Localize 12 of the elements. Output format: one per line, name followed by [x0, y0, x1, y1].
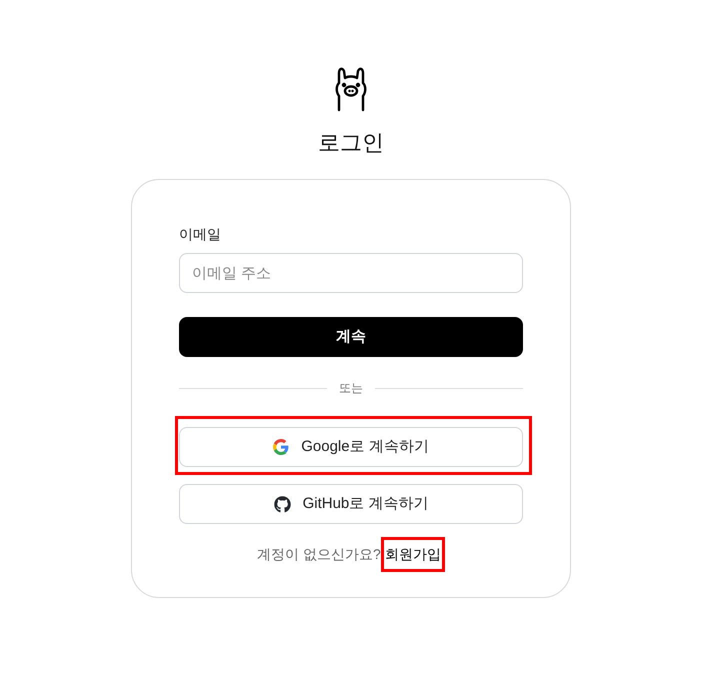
- signup-link[interactable]: 회원가입: [380, 537, 445, 572]
- llama-logo-icon: [333, 66, 369, 112]
- google-icon: [273, 439, 290, 455]
- divider-label: 또는: [339, 380, 363, 397]
- sign-in-button[interactable]: GitHub로 계속하기: [179, 484, 523, 524]
- email-field[interactable]: 이메일 주소: [179, 253, 523, 293]
- github-icon: [274, 496, 291, 512]
- page-title: 로그인: [318, 129, 384, 157]
- signup-prompt: 계정이 없으신가요?: [257, 545, 381, 564]
- continue-button[interactable]: 계속: [179, 317, 523, 357]
- email-label: 이메일: [179, 225, 222, 244]
- sign-in-button[interactable]: Google로 계속하기: [179, 427, 523, 467]
